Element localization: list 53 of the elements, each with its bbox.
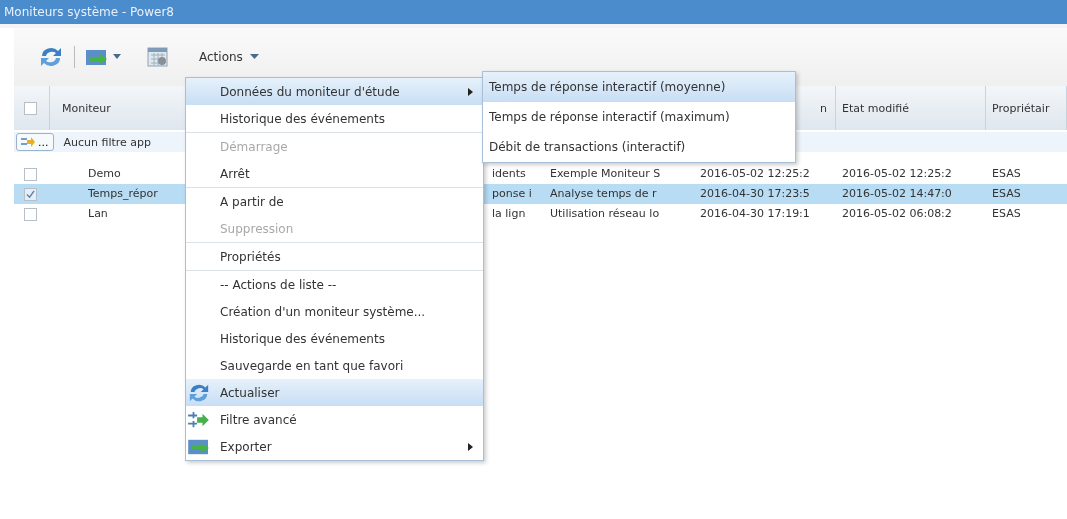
table-cell: la lign xyxy=(492,207,526,220)
actions-menu-button[interactable]: Actions xyxy=(195,48,263,66)
menu-item[interactable]: Temps de réponse interactif (moyenne) xyxy=(483,72,795,102)
calendar-icon[interactable] xyxy=(147,46,169,68)
menu-item[interactable]: Exporter xyxy=(186,433,483,460)
caret-icon xyxy=(113,54,121,60)
filter-icon xyxy=(186,410,210,429)
filter-status: Aucun filtre app xyxy=(63,135,152,149)
row-checkbox[interactable] xyxy=(24,167,37,181)
column-header[interactable]: n xyxy=(820,101,827,115)
filter-icon xyxy=(21,137,35,147)
menu-item[interactable]: -- Actions de liste -- xyxy=(186,271,483,298)
column-header[interactable]: Propriétair xyxy=(992,101,1050,115)
column-header[interactable]: Moniteur xyxy=(62,101,111,115)
menu-item[interactable]: Actualiser xyxy=(186,379,483,406)
filter-button[interactable]: ... xyxy=(16,133,54,151)
menu-item[interactable]: A partir de xyxy=(186,188,483,215)
row-checkbox[interactable] xyxy=(24,187,37,201)
menu-item[interactable]: Données du moniteur d'étude xyxy=(186,78,483,105)
table-cell: Temps_répor xyxy=(88,187,158,200)
export-icon xyxy=(85,47,109,67)
column-header[interactable]: Etat modifié xyxy=(842,101,909,115)
menu-item[interactable]: Historique des événements xyxy=(186,325,483,352)
table-cell: ponse i xyxy=(492,187,532,200)
menu-item[interactable]: Débit de transactions (interactif) xyxy=(483,132,795,162)
table-cell: Analyse temps de r xyxy=(550,187,657,200)
table-cell: idents xyxy=(492,167,526,180)
menu-item[interactable]: Filtre avancé xyxy=(186,406,483,433)
table-cell: Lan xyxy=(88,207,108,220)
table-cell: Exemple Moniteur S xyxy=(550,167,661,180)
table-cell: 2016-05-02 06:08:2 xyxy=(842,207,952,220)
menu-item[interactable]: Historique des événements xyxy=(186,105,483,132)
table-cell: 2016-05-02 12:25:2 xyxy=(700,167,810,180)
row-checkbox[interactable] xyxy=(24,207,37,221)
menu-item[interactable]: Temps de réponse interactif (maximum) xyxy=(483,102,795,132)
table-cell: 2016-05-02 14:47:0 xyxy=(842,187,952,200)
select-all-checkbox[interactable] xyxy=(24,101,37,115)
menu-item[interactable]: Sauvegarde en tant que favori xyxy=(186,352,483,379)
table-cell: 2016-04-30 17:19:1 xyxy=(700,207,810,220)
table-cell: Demo xyxy=(88,167,121,180)
menu-item[interactable]: Arrêt xyxy=(186,160,483,187)
table-cell: Utilisation réseau lo xyxy=(550,207,660,220)
refresh-icon[interactable] xyxy=(38,45,64,69)
table-cell: ESAS xyxy=(992,167,1021,180)
menu-item[interactable]: Création d'un moniteur système... xyxy=(186,298,483,325)
table-cell: ESAS xyxy=(992,207,1021,220)
table-cell: 2016-05-02 12:25:2 xyxy=(842,167,952,180)
caret-icon xyxy=(249,54,259,60)
menu-item[interactable]: Propriétés xyxy=(186,243,483,270)
table-cell: 2016-04-30 17:23:5 xyxy=(700,187,810,200)
window-title: Moniteurs système - Power8 xyxy=(4,5,174,19)
table-cell: ESAS xyxy=(992,187,1021,200)
export-dropdown-button[interactable] xyxy=(85,47,121,67)
